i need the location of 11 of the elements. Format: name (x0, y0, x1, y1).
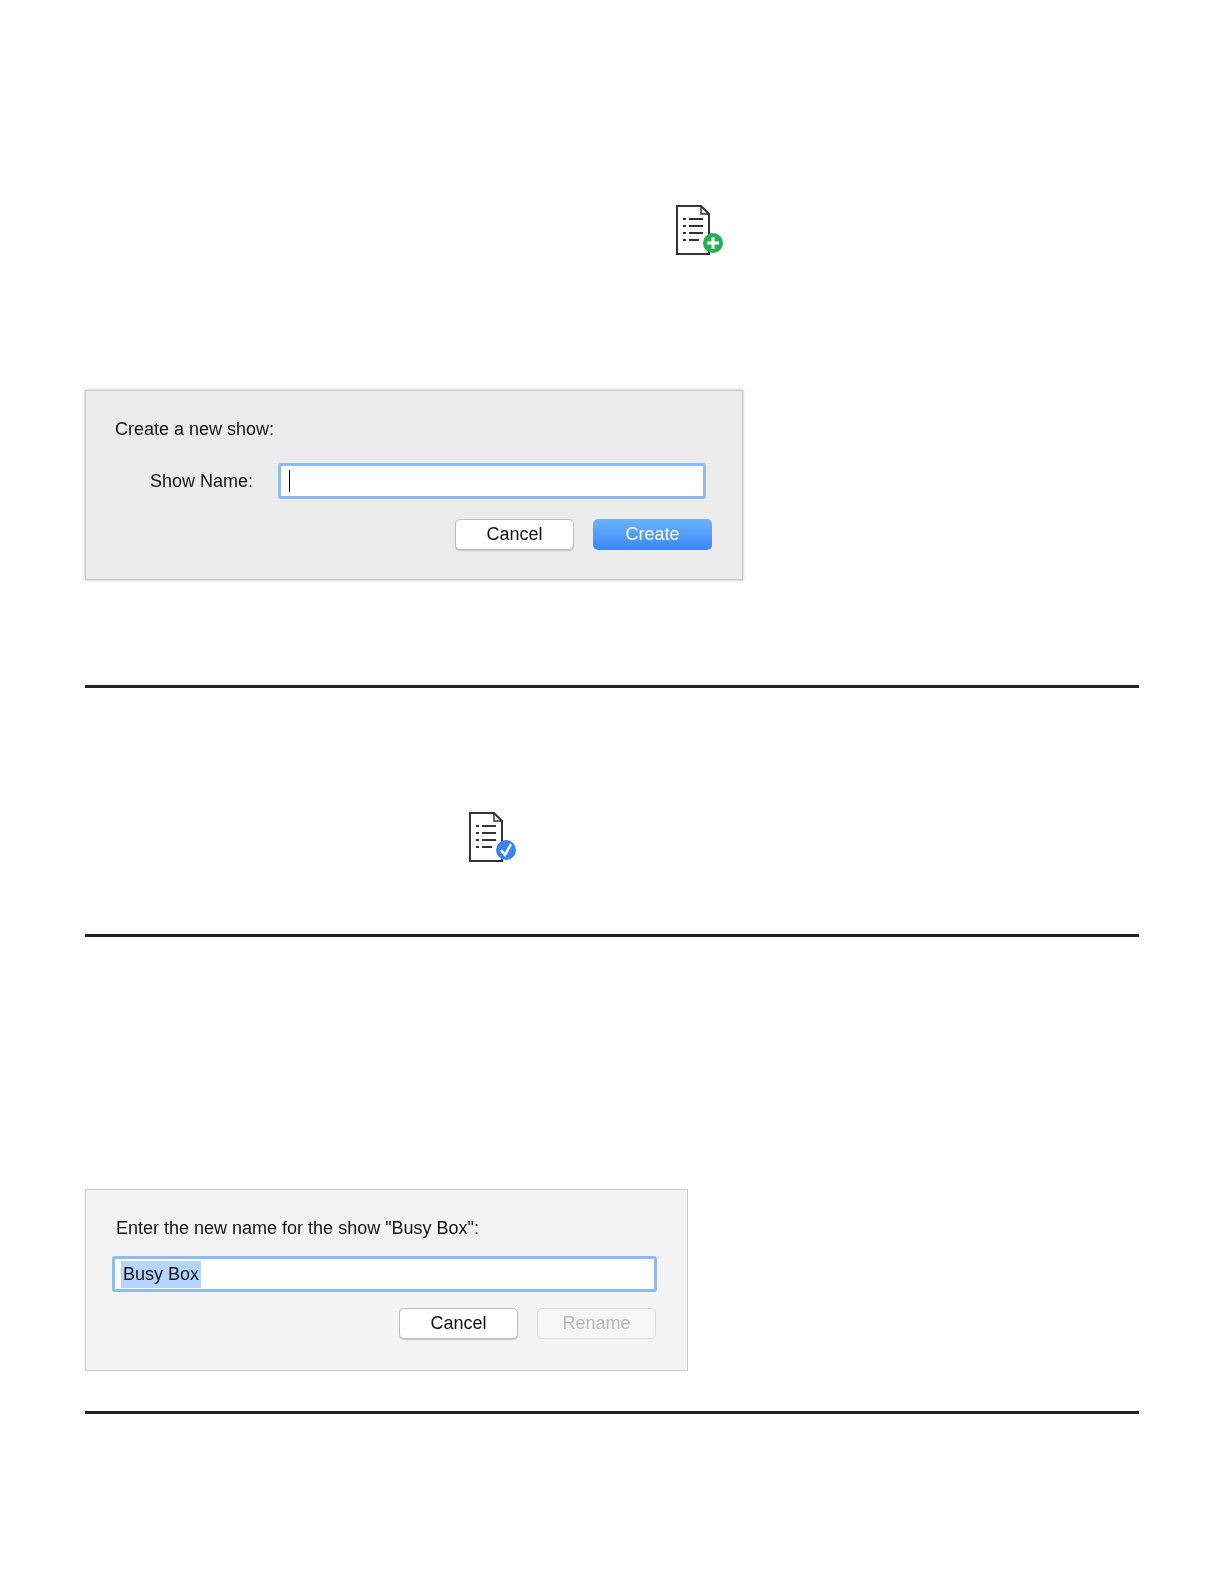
input-field[interactable] (278, 463, 706, 499)
field-value: Busy Box (121, 1260, 202, 1288)
dialog-button[interactable]: Cancel (455, 519, 574, 550)
input-field[interactable]: Busy Box (112, 1256, 657, 1292)
dialog-button[interactable]: Cancel (399, 1308, 518, 1339)
text-cursor (289, 470, 290, 492)
document-check-icon (468, 812, 518, 864)
dialog-prompt: Create a new show: (115, 418, 276, 441)
dialog-prompt: Enter the new name for the show "Busy Box": (116, 1217, 480, 1240)
document-add-icon (675, 205, 725, 257)
field-label: Show Name: (150, 469, 255, 493)
